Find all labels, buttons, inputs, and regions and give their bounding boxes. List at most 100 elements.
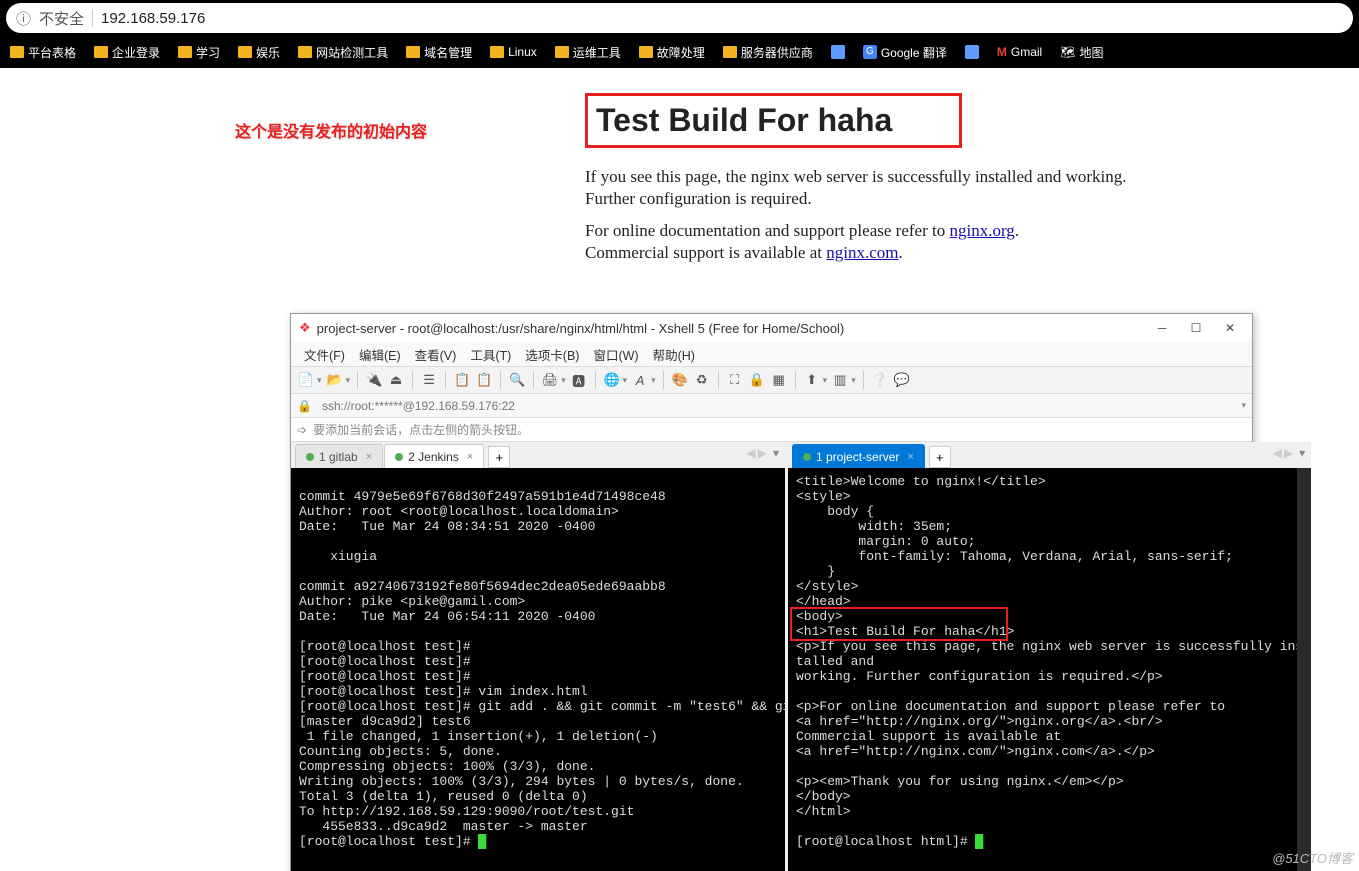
font-a-icon[interactable]: A [631,371,649,389]
bookmark-item[interactable]: G Google 翻译 [863,44,947,61]
add-arrow-icon[interactable]: ➩ [297,423,307,437]
nginx-p2b: . [1015,221,1019,240]
print-icon[interactable]: 🖨 [541,371,559,389]
folder-icon [639,46,653,58]
reconnect-icon[interactable]: 🔌 [365,371,383,389]
bookmark-item[interactable]: 网站检测工具 [298,44,388,61]
terminal-tab[interactable]: 1 gitlab× [295,444,383,468]
bookmark-item[interactable]: 域名管理 [406,44,472,61]
bookmark-label: 故障处理 [657,44,705,61]
ssh-url-input[interactable]: ssh://root:******@192.168.59.176:22 [318,397,1238,415]
folder-icon [238,46,252,58]
bookmark-item[interactable]: Linux [490,45,537,59]
bookmark-item[interactable]: 服务器供应商 [723,44,813,61]
menu-item[interactable]: 帮助(H) [648,343,700,366]
properties-icon[interactable]: ☰ [420,371,438,389]
close-tab-icon[interactable]: × [363,451,372,463]
window-titlebar[interactable]: ❖ project-server - root@localhost:/usr/s… [291,314,1252,342]
lock-small-icon: 🔒 [297,399,312,413]
minimize-button[interactable]: ─ [1148,318,1176,338]
bookmark-label: 域名管理 [424,44,472,61]
font-panel-icon[interactable]: 🅰 [570,371,588,389]
close-tab-icon[interactable]: × [464,451,473,463]
globe-icon[interactable]: 🌐 [603,371,621,389]
tab-next-icon[interactable]: ▶ [1284,446,1293,460]
tab-label: 1 project-server [816,450,899,464]
color-icon[interactable]: 🎨 [671,371,689,389]
bookmark-item[interactable]: 运维工具 [555,44,621,61]
toolbar: 📄▾ 📂▾ 🔌 ⏏ ☰ 📋 📋 🔍 🖨▾ 🅰 🌐▾ A▾ 🎨 ♻ ⛶ 🔒 [291,366,1252,394]
tab-label: 2 Jenkins [408,450,459,464]
nginx-link-com[interactable]: nginx.com [826,243,898,262]
bookmark-item[interactable]: 学习 [178,44,220,61]
bookmark-label: 网站检测工具 [316,44,388,61]
nginx-link-org[interactable]: nginx.org [949,221,1014,240]
status-dot-icon [395,453,403,461]
new-session-icon[interactable]: 📄 [297,371,315,389]
annotation-text: 这个是没有发布的初始内容 [235,118,427,142]
transparent-icon[interactable]: ▦ [770,371,788,389]
nginx-p3b: . [899,243,903,262]
chat-icon[interactable]: 💬 [893,371,911,389]
layout-icon[interactable]: ▥ [831,371,849,389]
menu-item[interactable]: 选项卡(B) [520,343,584,366]
lock-icon[interactable]: 🔒 [748,371,766,389]
menu-item[interactable]: 查看(V) [410,343,462,366]
bookmark-item[interactable]: 娱乐 [238,44,280,61]
map-icon: 🗺 [1060,45,1075,59]
help-icon[interactable]: ❔ [871,371,889,389]
page-content: 这个是没有发布的初始内容 Test Build For haha If you … [0,68,1359,871]
status-dot-icon [803,453,811,461]
tab-menu-icon[interactable]: ▾ [1299,446,1305,460]
bookmark-item[interactable]: 故障处理 [639,44,705,61]
tab-next-icon[interactable]: ▶ [758,446,767,460]
close-tab-icon[interactable]: × [904,451,913,463]
tab-prev-icon[interactable]: ◀ [1273,446,1282,460]
find-icon[interactable]: 🔍 [508,371,526,389]
ssh-address-bar: 🔒 ssh://root:******@192.168.59.176:22 ▾ [291,394,1252,418]
menu-item[interactable]: 窗口(W) [588,343,643,366]
right-terminal[interactable]: <title>Welcome to nginx!</title> <style>… [788,468,1311,871]
g-icon: G [863,45,877,59]
disconnect-icon[interactable]: ⏏ [387,371,405,389]
folder-icon [298,46,312,58]
folder-icon [555,46,569,58]
divider [92,9,93,27]
highlight-box [790,607,1008,641]
close-button[interactable]: ✕ [1216,318,1244,338]
bookmark-item[interactable]: 平台表格 [10,44,76,61]
terminal-scrollbar[interactable] [1297,468,1311,871]
copy-icon[interactable]: 📋 [453,371,471,389]
bookmark-label: Google 翻译 [881,44,947,61]
open-folder-icon[interactable]: 📂 [326,371,344,389]
tab-prev-icon[interactable]: ◀ [747,446,756,460]
refresh-icon[interactable]: ♻ [693,371,711,389]
bookmark-item[interactable]: 🗺地图 [1060,44,1103,61]
terminal-tab[interactable]: 1 project-server × [792,444,925,468]
menu-item[interactable]: 工具(T) [465,343,516,366]
maximize-button[interactable]: ☐ [1182,318,1210,338]
bookmark-item[interactable] [831,45,845,59]
menu-item[interactable]: 文件(F) [299,343,350,366]
nginx-p2: For online documentation and support ple… [585,220,1180,264]
paste-icon[interactable]: 📋 [475,371,493,389]
new-tab-button[interactable]: + [929,446,951,468]
new-tab-button[interactable]: + [488,446,510,468]
nginx-p3a: Commercial support is available at [585,243,826,262]
tab-menu-icon[interactable]: ▾ [773,446,779,460]
bookmark-item[interactable]: MGmail [997,45,1042,59]
terminal-tab[interactable]: 2 Jenkins × [384,444,484,468]
upload-icon[interactable]: ⬆ [803,371,821,389]
bookmark-label: 学习 [196,44,220,61]
bookmark-item[interactable] [965,45,979,59]
nginx-h1: Test Build For haha [585,93,962,148]
url-text[interactable]: 192.168.59.176 [101,10,205,27]
menu-item[interactable]: 编辑(E) [354,343,406,366]
address-input-wrap[interactable]: ⓘ 不安全 192.168.59.176 [6,3,1353,33]
bookmark-item[interactable]: 企业登录 [94,44,160,61]
fullscreen-icon[interactable]: ⛶ [726,371,744,389]
terminals-split: 1 gitlab× 2 Jenkins × + ◀▶ ▾ commit 4979e5e… [291,442,1252,871]
left-terminal[interactable]: commit 4979e5e69f6768d30f2497a591b1e4d71… [291,468,785,871]
ssh-dropdown-icon[interactable]: ▾ [1241,400,1246,411]
info-icon[interactable]: ⓘ [16,8,31,29]
